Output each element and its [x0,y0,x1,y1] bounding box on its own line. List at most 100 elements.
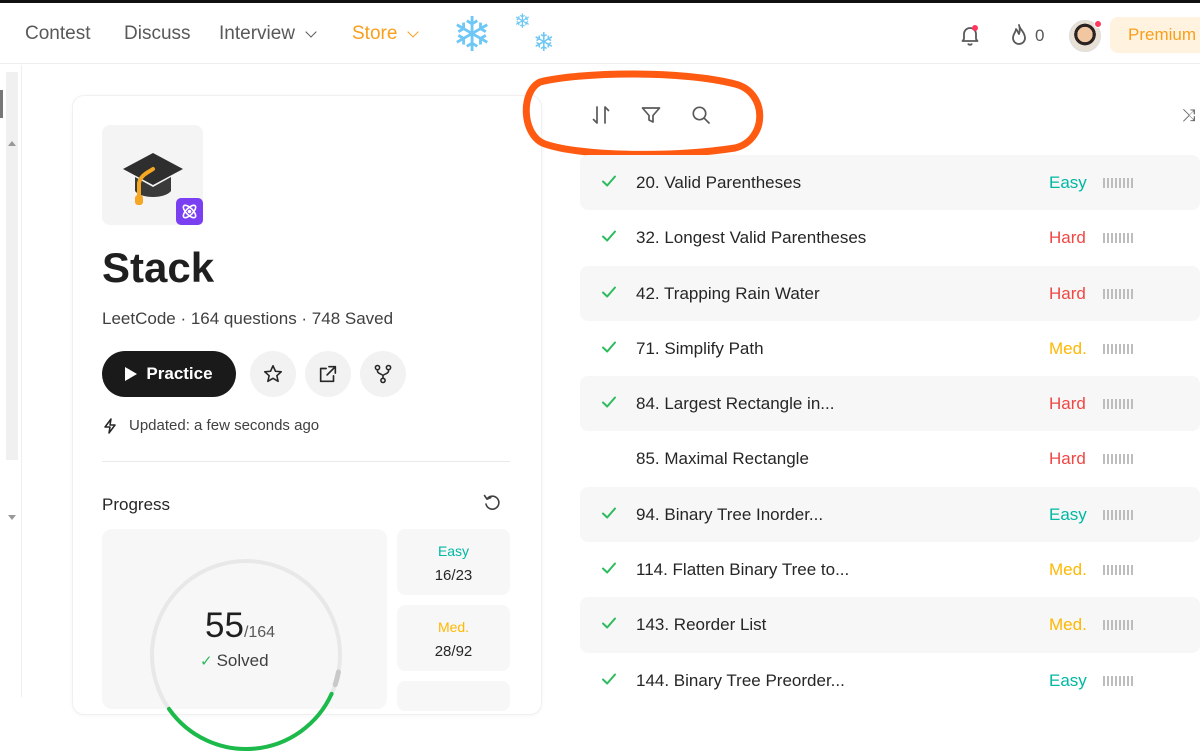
frequency-tick [1103,343,1105,354]
fork-button[interactable] [360,351,406,397]
question-row[interactable]: 71. Simplify Path Med. [580,321,1200,376]
frequency-tick [1127,399,1129,410]
scrollbar[interactable] [6,72,18,460]
frequency-tick [1103,675,1105,686]
nav-store[interactable]: Store [352,23,420,45]
difficulty-label: Easy [1049,173,1087,192]
question-title[interactable]: 143. Reorder List [636,615,766,635]
frequency-tick [1123,343,1125,354]
nav-interview[interactable]: Interview [219,23,317,45]
favorite-button[interactable] [250,351,296,397]
progress-ring-marker [332,669,341,688]
difficulty-label: Easy [1049,670,1087,690]
question-row[interactable]: 84. Largest Rectangle in... Hard [580,376,1200,432]
reset-progress-icon[interactable] [482,492,502,512]
snowflake-icon: ❄ [514,9,531,33]
question-title[interactable]: 114. Flatten Binary Tree to... [636,560,849,580]
frequency-tick [1127,233,1129,244]
shuffle-icon[interactable]: ⤨ [1182,106,1196,126]
question-row[interactable]: 144. Binary Tree Preorder... Easy [580,653,1200,708]
frequency-tick [1131,178,1133,188]
difficulty-label: Hard [1049,228,1086,248]
premium-button[interactable]: Premium [1110,17,1200,53]
frequency-tick [1123,620,1125,631]
frequency-tick [1119,178,1121,188]
nav-contest[interactable]: Contest [25,23,90,45]
frequency-tick [1123,288,1125,299]
frequency-tick [1123,509,1125,520]
question-row[interactable]: 114. Flatten Binary Tree to... Med. [580,542,1200,597]
question-row[interactable]: 94. Binary Tree Inorder... Easy [580,486,1200,543]
frequency-tick [1107,509,1109,520]
practice-button[interactable]: Practice [102,351,236,397]
frequency-tick [1111,454,1113,465]
nav-discuss[interactable]: Discuss [124,23,191,45]
easy-label: Easy [437,543,470,559]
frequency-tick [1131,454,1133,465]
frequency-tick [1119,454,1121,465]
snowflake-icon: ❄ [533,28,555,58]
frequency-bar [1103,399,1141,410]
question-row[interactable]: 32. Longest Valid Parentheses Hard [580,210,1200,265]
frequency-tick [1111,178,1113,188]
frequency-tick [1127,620,1129,631]
frequency-tick [1127,675,1129,686]
scroll-up-arrow-icon[interactable] [8,141,16,146]
scroll-down-arrow-icon[interactable] [8,515,16,520]
frequency-tick [1127,343,1129,354]
question-row[interactable]: 20. Valid Parentheses Easy [580,155,1200,211]
frequency-tick [1123,454,1125,465]
frequency-tick [1127,565,1129,576]
question-title[interactable]: 32. Longest Valid Parentheses [636,228,866,248]
share-button[interactable] [305,351,351,397]
frequency-bar [1103,454,1141,465]
play-icon [125,367,138,381]
frequency-tick [1123,399,1125,410]
difficulty-label: Hard [1049,449,1086,469]
annotation-circle [522,70,764,158]
frequency-tick [1123,233,1125,244]
question-row[interactable]: 85. Maximal Rectangle Hard [580,431,1200,486]
frequency-tick [1123,565,1125,576]
frequency-tick [1115,509,1117,520]
frequency-tick [1103,565,1105,576]
solved-check-icon [602,617,616,629]
frequency-tick [1119,233,1121,244]
question-title[interactable]: 84. Largest Rectangle in... [636,394,834,414]
external-link-icon [319,365,337,383]
difficulty-label: Med. [1049,560,1087,580]
question-title[interactable]: 144. Binary Tree Preorder... [636,671,845,691]
question-row[interactable]: 42. Trapping Rain Water Hard [580,265,1200,321]
hard-progress-box [397,681,510,711]
question-title[interactable]: 71. Simplify Path [636,339,764,359]
solved-check-icon [602,230,616,242]
frequency-tick [1103,509,1105,520]
frequency-bar [1103,509,1141,520]
frequency-tick [1131,565,1133,576]
streak-flame-icon[interactable] [1008,23,1030,47]
easy-progress-box: Easy 16/23 [397,529,510,595]
frequency-tick [1111,509,1113,520]
frequency-tick [1107,288,1109,299]
question-title[interactable]: 20. Valid Parentheses [636,173,801,193]
frequency-tick [1131,399,1133,410]
question-title[interactable]: 85. Maximal Rectangle [636,449,809,469]
frequency-tick [1107,343,1109,354]
frequency-tick [1119,620,1121,631]
question-title[interactable]: 42. Trapping Rain Water [636,284,820,304]
frequency-tick [1123,178,1125,188]
medium-count: 28/92 [434,643,473,660]
frequency-tick [1111,399,1113,410]
updated-info: Updated: a few seconds ago [103,417,319,434]
difficulty-label: Med. [1049,338,1087,358]
frequency-tick [1103,178,1105,188]
notification-bell-icon[interactable] [958,23,982,47]
question-row[interactable]: 143. Reorder List Med. [580,597,1200,653]
snowflake-icon: ❄ [452,7,493,63]
easy-count: 16/23 [434,567,473,584]
frequency-tick [1103,399,1105,410]
solved-check-icon [602,175,616,187]
frequency-tick [1107,565,1109,576]
question-list: 20. Valid Parentheses Easy 32. Longest Val… [580,155,1200,708]
question-title[interactable]: 94. Binary Tree Inorder... [636,505,823,525]
